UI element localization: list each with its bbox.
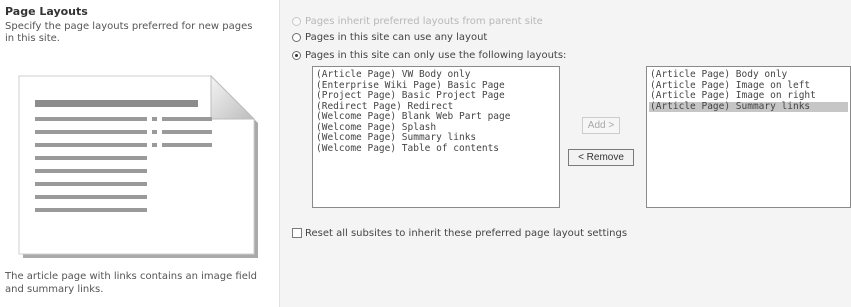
- section-description-panel: Page Layouts Specify the page layouts pr…: [0, 0, 280, 307]
- only-following-layouts-option[interactable]: Pages in this site can only use the foll…: [292, 48, 566, 62]
- remove-layout-button[interactable]: < Remove: [568, 149, 634, 166]
- reset-subsites-option[interactable]: Reset all subsites to inherit these pref…: [292, 227, 627, 239]
- inherit-layouts-label: Pages inherit preferred layouts from par…: [305, 15, 543, 27]
- available-layout-item[interactable]: (Project Page) Basic Project Page: [315, 90, 557, 102]
- only-following-layouts-radio[interactable]: [292, 50, 301, 60]
- add-layout-button[interactable]: Add >: [582, 117, 620, 134]
- selected-layout-item[interactable]: (Article Page) Image on right: [649, 90, 848, 102]
- page-layout-preview-image: [18, 74, 258, 258]
- any-layout-label: Pages in this site can use any layout: [305, 31, 488, 43]
- selected-layout-item[interactable]: (Article Page) Summary links: [649, 101, 848, 112]
- available-layout-item[interactable]: (Welcome Page) Table of contents: [315, 143, 557, 155]
- selected-layout-item[interactable]: (Article Page) Body only: [649, 69, 848, 81]
- available-layout-item[interactable]: (Welcome Page) Blank Web Part page: [315, 111, 557, 123]
- section-description: Specify the page layouts preferred for n…: [5, 21, 253, 44]
- reset-subsites-label: Reset all subsites to inherit these pref…: [305, 227, 628, 239]
- available-layout-item[interactable]: (Article Page) VW Body only: [315, 69, 557, 81]
- available-layout-item[interactable]: (Welcome Page) Summary links: [315, 132, 557, 144]
- available-layouts-listbox[interactable]: (Article Page) VW Body only (Enterprise …: [312, 66, 560, 208]
- only-following-layouts-label: Pages in this site can only use the foll…: [305, 49, 567, 61]
- section-title: Page Layouts: [5, 5, 88, 18]
- any-layout-option[interactable]: Pages in this site can use any layout: [292, 30, 487, 44]
- selected-layouts-listbox[interactable]: (Article Page) Body only (Article Page) …: [646, 66, 851, 208]
- reset-subsites-checkbox[interactable]: [292, 228, 302, 238]
- inherit-layouts-radio: [292, 16, 301, 26]
- any-layout-radio[interactable]: [292, 32, 301, 42]
- layout-settings-panel: Pages inherit preferred layouts from par…: [280, 0, 851, 307]
- preview-caption: The article page with links contains an …: [5, 271, 258, 295]
- inherit-layouts-option: Pages inherit preferred layouts from par…: [292, 14, 543, 28]
